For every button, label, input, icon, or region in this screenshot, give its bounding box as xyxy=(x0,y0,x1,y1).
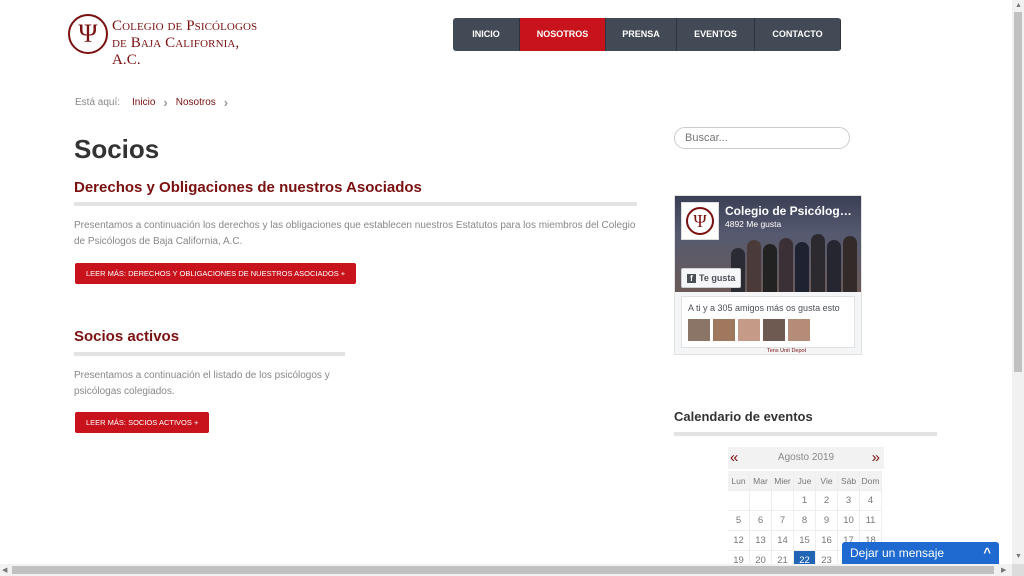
leer-mas-derechos-button[interactable]: LEER MÁS: DERECHOS Y OBLIGACIONES DE NUE… xyxy=(75,263,357,284)
facebook-like-button[interactable]: f Te gusta xyxy=(681,268,742,288)
calendar-day[interactable]: 4 xyxy=(860,491,882,511)
nav-prensa[interactable]: PRENSA xyxy=(606,18,677,51)
calendar-day[interactable]: 13 xyxy=(750,531,772,551)
facebook-page-widget[interactable]: Ψ Colegio de Psicólogos de Baja Californ… xyxy=(674,195,862,355)
avatar[interactable] xyxy=(688,319,710,341)
calendar-day[interactable]: 6 xyxy=(750,511,772,531)
section-text-derechos: Presentamos a continuación los derechos … xyxy=(74,220,636,247)
facebook-footer-link[interactable]: Tens Unit Depot xyxy=(767,348,806,354)
facebook-friends-box: A ti y a 305 amigos más os gusta esto xyxy=(681,296,855,348)
calendar-day[interactable]: 10 xyxy=(838,511,860,531)
chevron-right-icon: › xyxy=(223,95,229,110)
calendar-header: « Agosto 2019 » xyxy=(728,447,884,469)
breadcrumb: Está aquí: Inicio › Nosotros › xyxy=(75,95,236,110)
calendar-empty-cell xyxy=(750,491,772,511)
calendar-day[interactable]: 16 xyxy=(816,531,838,551)
calendar-prev-button[interactable]: « xyxy=(730,447,738,469)
horizontal-scrollbar[interactable]: ◀ ▶ xyxy=(0,564,1012,576)
breadcrumb-nosotros[interactable]: Nosotros xyxy=(176,97,216,108)
nav-nosotros[interactable]: NOSOTROS xyxy=(520,18,606,51)
chat-label: Dejar un mensaje xyxy=(850,546,945,560)
scroll-left-icon[interactable]: ◀ xyxy=(2,566,7,574)
scroll-down-icon[interactable]: ▼ xyxy=(1015,553,1022,560)
facebook-cover-photo: Ψ Colegio de Psicólogos de Baja Californ… xyxy=(675,196,861,292)
psi-logo-icon: Ψ xyxy=(68,14,108,54)
facebook-like-count: 4892 Me gusta xyxy=(725,219,782,229)
chevron-right-icon: › xyxy=(163,95,168,110)
section-text-socios-activos: Presentamos a continuación el listado de… xyxy=(74,370,330,397)
section-title-socios-activos: Socios activos xyxy=(74,328,180,345)
section-divider xyxy=(74,352,345,356)
avatar[interactable] xyxy=(788,319,810,341)
calendar-day[interactable]: 20 xyxy=(750,551,772,564)
calendar-day[interactable]: 15 xyxy=(794,531,816,551)
calendar-weekday: Lun xyxy=(728,471,750,491)
calendar-weekday: Dom xyxy=(860,471,882,491)
calendar-weekday: Mier xyxy=(772,471,794,491)
calendar-title: Calendario de eventos xyxy=(674,409,813,424)
chat-widget-button[interactable]: Dejar un mensaje ^ xyxy=(842,542,999,564)
calendar-day[interactable]: 8 xyxy=(794,511,816,531)
section-title-derechos: Derechos y Obligaciones de nuestros Asoc… xyxy=(74,179,422,196)
leer-mas-socios-activos-button[interactable]: LEER MÁS: SOCIOS ACTIVOS + xyxy=(75,412,210,433)
section-divider xyxy=(674,432,937,436)
calendar-weekday: Jue xyxy=(794,471,816,491)
vertical-scrollbar[interactable]: ▲ ▼ xyxy=(1012,0,1024,564)
calendar-month: Agosto 2019 xyxy=(777,452,835,463)
calendar-day[interactable]: 3 xyxy=(838,491,860,511)
calendar-day[interactable]: 12 xyxy=(728,531,750,551)
page: Ψ Colegio de Psicólogos de Baja Californ… xyxy=(0,0,1012,564)
calendar-day[interactable]: 5 xyxy=(728,511,750,531)
calendar-day[interactable]: 9 xyxy=(816,511,838,531)
nav-inicio[interactable]: INICIO xyxy=(453,18,520,51)
facebook-friend-avatars xyxy=(688,319,813,341)
calendar-day[interactable]: 11 xyxy=(860,511,882,531)
chevron-up-icon: ^ xyxy=(983,545,991,560)
nav-contacto[interactable]: CONTACTO xyxy=(755,18,841,51)
calendar-day[interactable]: 19 xyxy=(728,551,750,564)
site-logo[interactable]: Ψ Colegio de Psicólogos de Baja Californ… xyxy=(68,14,268,68)
facebook-friends-text: A ti y a 305 amigos más os gusta esto xyxy=(688,303,840,313)
logo-text: Colegio de Psicólogos de Baja California… xyxy=(112,18,268,69)
calendar-empty-cell xyxy=(728,491,750,511)
calendar-weekday: Sáb xyxy=(838,471,860,491)
breadcrumb-inicio[interactable]: Inicio xyxy=(132,97,155,108)
calendar-day[interactable]: 14 xyxy=(772,531,794,551)
section-divider xyxy=(74,202,637,206)
scroll-right-icon[interactable]: ▶ xyxy=(1001,566,1006,574)
logo-line-2: de Baja California, A.C. xyxy=(112,35,240,68)
horizontal-scroll-thumb[interactable] xyxy=(12,566,994,574)
calendar-weekday: Mar xyxy=(750,471,772,491)
scroll-up-icon[interactable]: ▲ xyxy=(1015,2,1022,9)
calendar-day[interactable]: 21 xyxy=(772,551,794,564)
calendar-day[interactable]: 1 xyxy=(794,491,816,511)
page-title: Socios xyxy=(74,134,160,164)
logo-line-1: Colegio de Psicólogos xyxy=(112,18,258,34)
facebook-page-name[interactable]: Colegio de Psicólogos de Baja California xyxy=(725,204,855,218)
facebook-icon: f xyxy=(687,273,696,283)
facebook-page-logo-icon: Ψ xyxy=(681,202,719,240)
search-input[interactable] xyxy=(674,127,850,149)
calendar-weekday: Vie xyxy=(816,471,838,491)
main-nav: INICIO NOSOTROS PRENSA EVENTOS CONTACTO xyxy=(453,18,841,51)
calendar-day[interactable]: 22 xyxy=(794,551,816,564)
breadcrumb-prefix: Está aquí: xyxy=(75,97,121,108)
calendar-day[interactable]: 7 xyxy=(772,511,794,531)
avatar[interactable] xyxy=(713,319,735,341)
nav-eventos[interactable]: EVENTOS xyxy=(677,18,755,51)
calendar-next-button[interactable]: » xyxy=(872,447,880,469)
scrollbar-corner xyxy=(1012,564,1024,576)
calendar-empty-cell xyxy=(772,491,794,511)
vertical-scroll-thumb[interactable] xyxy=(1014,12,1022,372)
avatar[interactable] xyxy=(763,319,785,341)
calendar-day[interactable]: 23 xyxy=(816,551,838,564)
calendar-day[interactable]: 2 xyxy=(816,491,838,511)
avatar[interactable] xyxy=(738,319,760,341)
